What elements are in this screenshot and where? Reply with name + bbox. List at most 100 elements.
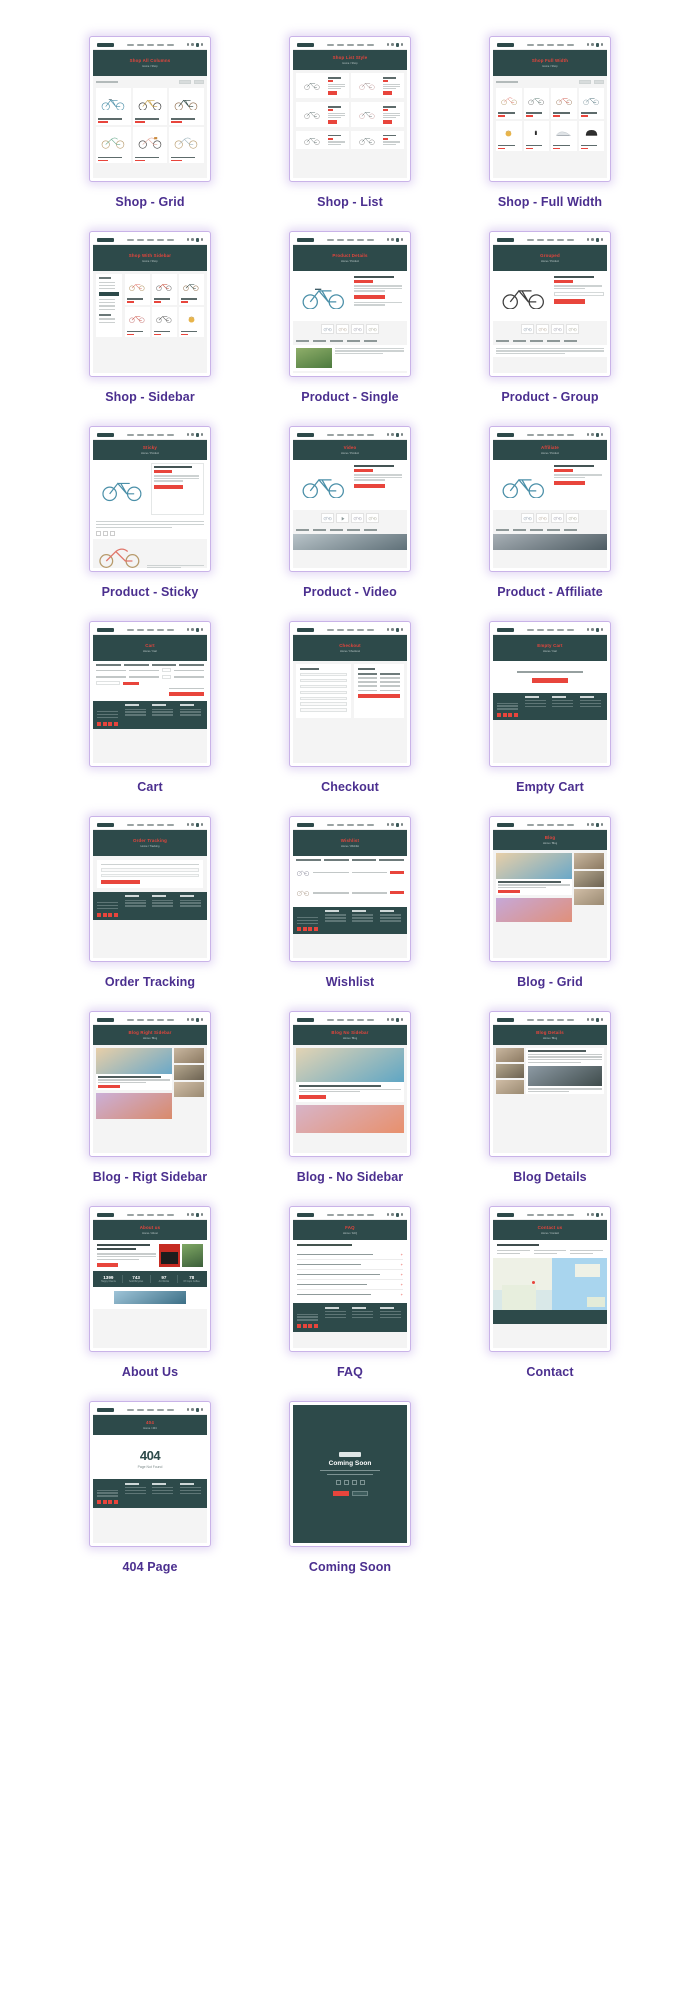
gallery-thumb[interactable] <box>321 513 334 523</box>
add-to-cart-button[interactable] <box>153 484 184 489</box>
gallery-thumb[interactable] <box>566 513 579 523</box>
read-more-button[interactable] <box>299 1094 326 1099</box>
post-image[interactable] <box>296 1104 404 1133</box>
product-card[interactable] <box>523 88 549 119</box>
post-image[interactable] <box>96 1093 172 1120</box>
read-more-button[interactable] <box>498 889 520 894</box>
thumbnail-frame[interactable]: FAQ Home / FAQ + + + + + <box>289 1206 411 1352</box>
gallery-thumb[interactable] <box>536 324 549 334</box>
coupon-row[interactable] <box>96 681 204 686</box>
tracking-form[interactable] <box>97 860 203 889</box>
billing-email-field[interactable] <box>101 874 199 878</box>
read-more-button[interactable] <box>98 1084 120 1089</box>
add-to-cart-button[interactable] <box>390 870 404 874</box>
quantity-stepper[interactable] <box>162 668 171 673</box>
billing-form[interactable] <box>296 664 351 719</box>
gallery-thumb[interactable] <box>536 513 549 523</box>
thumbnail-frame[interactable]: Product Details Home / Product <box>289 231 411 377</box>
template-card-product-single[interactable]: Product Details Home / Product Product -… <box>272 231 428 404</box>
thumbnail-frame[interactable]: Video Home / Product <box>289 426 411 572</box>
product-tabs[interactable] <box>293 337 407 345</box>
list-item[interactable] <box>296 130 349 149</box>
table-row[interactable] <box>296 863 404 881</box>
checkout-row[interactable] <box>96 691 204 696</box>
filter-sidebar[interactable] <box>96 274 122 338</box>
thumbnail-frame[interactable]: Wishlist Home / Wishlist <box>289 816 411 962</box>
list-item[interactable] <box>296 101 349 127</box>
thumbnail-frame[interactable]: About us Home / About 1399 Happy Clients… <box>89 1206 211 1352</box>
quantity-stepper[interactable] <box>162 674 171 679</box>
template-card-faq[interactable]: FAQ Home / FAQ + + + + + FAQ <box>272 1206 428 1379</box>
template-card-shop-list[interactable]: Shop List Style Home / Shop Shop - List <box>272 36 428 209</box>
list-item[interactable] <box>351 101 404 127</box>
track-button[interactable] <box>101 879 141 885</box>
thumbnail-frame[interactable]: Empty Cart Home / Cart <box>489 621 611 767</box>
thumbnail-frame[interactable]: Shop All Columns Home / Shop <box>89 36 211 182</box>
template-card-shop-sidebar[interactable]: Shop With Sidebar Home / Shop Shop - Sid… <box>72 231 228 404</box>
product-tabs[interactable] <box>493 526 607 534</box>
buy-product-button[interactable] <box>554 481 585 486</box>
faq-accordion[interactable]: + + + + + <box>293 1240 407 1303</box>
faq-item[interactable]: + <box>297 1280 403 1290</box>
product-card[interactable] <box>169 126 204 164</box>
product-card[interactable] <box>496 120 522 152</box>
add-to-cart-button[interactable] <box>354 483 385 488</box>
list-item[interactable] <box>351 73 404 98</box>
template-card-product-affiliate[interactable]: Affiliate Home / Product Product - Affil… <box>472 426 628 599</box>
faq-item[interactable]: + <box>297 1290 403 1299</box>
thumbnail-frame[interactable]: Blog Right Sidebar Home / Blog <box>89 1011 211 1157</box>
social-links[interactable] <box>297 1324 403 1329</box>
gallery-thumbnails[interactable] <box>293 510 407 526</box>
template-card-empty-cart[interactable]: Empty Cart Home / Cart Empty Cart <box>472 621 628 794</box>
product-card[interactable] <box>125 274 150 305</box>
template-card-shop-full-width[interactable]: Shop Full Width Home / Shop Shop - Full … <box>472 36 628 209</box>
product-card[interactable] <box>96 126 131 164</box>
gallery-thumb-video[interactable] <box>336 513 349 523</box>
gallery-thumb[interactable] <box>351 513 364 523</box>
product-gallery-image[interactable] <box>296 274 351 318</box>
order-id-field[interactable] <box>101 868 199 872</box>
product-card[interactable] <box>125 306 150 338</box>
add-to-cart-button[interactable] <box>354 294 385 299</box>
template-card-404-page[interactable]: 404 Home / 404 404 Page Not Found 404 Pa… <box>72 1401 228 1574</box>
contact-map[interactable] <box>493 1258 607 1311</box>
product-tabs[interactable] <box>293 526 407 534</box>
gallery-thumb[interactable] <box>521 513 534 523</box>
template-card-product-video[interactable]: Video Home / Product Product - Video <box>272 426 428 599</box>
social-links[interactable] <box>297 927 403 932</box>
place-order-button[interactable] <box>357 693 400 699</box>
gallery-thumb[interactable] <box>551 324 564 334</box>
add-to-cart-button[interactable] <box>554 299 585 304</box>
gallery-thumb[interactable] <box>351 324 364 334</box>
social-links[interactable] <box>97 721 203 726</box>
template-card-order-tracking[interactable]: Order Tracking Home / Tracking Order Tra… <box>72 816 228 989</box>
template-card-product-sticky[interactable]: Sticky Home / Product Product - Sticky <box>72 426 228 599</box>
product-video-player[interactable] <box>296 463 351 507</box>
thumbnail-frame[interactable]: Coming Soon <box>289 1401 411 1547</box>
table-row[interactable] <box>96 674 204 679</box>
thumbnail-frame[interactable]: Sticky Home / Product <box>89 426 211 572</box>
coming-soon-actions[interactable] <box>332 1491 368 1497</box>
gallery-thumbnails[interactable] <box>493 321 607 337</box>
thumbnail-frame[interactable]: Cart Home / Cart <box>89 621 211 767</box>
template-card-shop-grid[interactable]: Shop All Columns Home / Shop Shop - Grid <box>72 36 228 209</box>
thumbnail-frame[interactable]: Blog No Sidebar Home / Blog <box>289 1011 411 1157</box>
product-card[interactable] <box>179 306 204 338</box>
add-to-cart-button[interactable] <box>390 891 404 895</box>
post-image[interactable] <box>496 898 572 923</box>
product-card[interactable] <box>152 274 177 305</box>
template-card-blog-details[interactable]: Blog Details Home / Blog Blog Details <box>472 1011 628 1184</box>
product-card[interactable] <box>179 274 204 305</box>
product-card[interactable] <box>551 88 577 119</box>
product-gallery-image[interactable] <box>96 463 148 515</box>
gallery-thumb[interactable] <box>366 324 379 334</box>
thumbnail-frame[interactable]: Shop Full Width Home / Shop <box>489 36 611 182</box>
gallery-thumbnails[interactable] <box>293 321 407 337</box>
product-card[interactable] <box>152 306 177 338</box>
read-more-button[interactable] <box>97 1262 119 1267</box>
gallery-thumb[interactable] <box>336 324 349 334</box>
return-to-shop-button[interactable] <box>531 678 569 683</box>
thumbnail-frame[interactable]: Shop List Style Home / Shop <box>289 36 411 182</box>
post-image[interactable] <box>96 1048 172 1074</box>
gallery-thumb[interactable] <box>321 324 334 334</box>
